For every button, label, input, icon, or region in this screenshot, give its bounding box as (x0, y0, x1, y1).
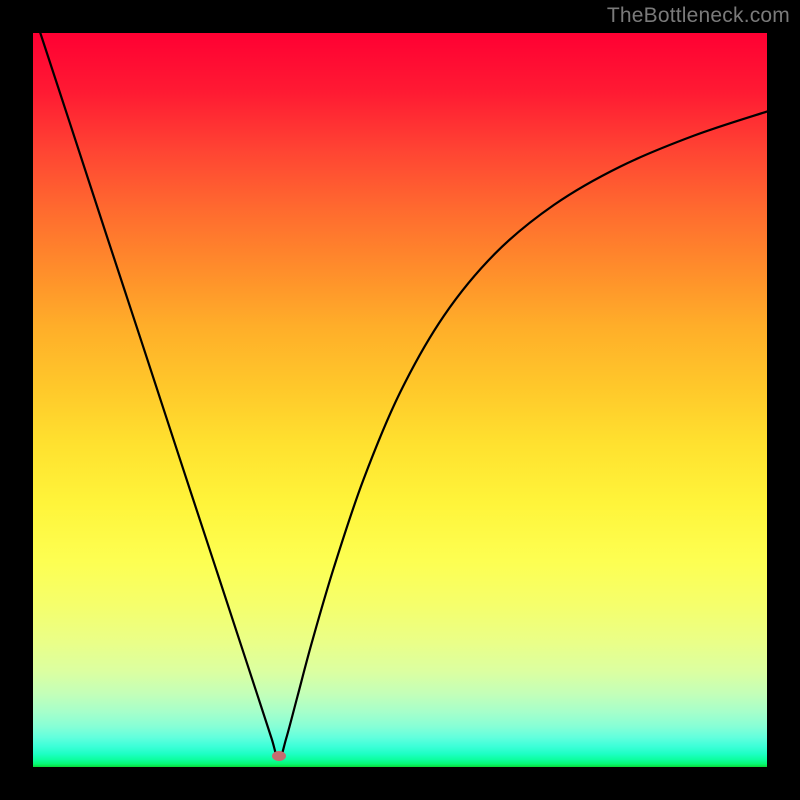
plot-area (33, 33, 767, 767)
chart-frame: TheBottleneck.com (0, 0, 800, 800)
curve-svg (33, 33, 767, 767)
watermark-text: TheBottleneck.com (607, 4, 790, 28)
minimum-marker (272, 751, 286, 761)
bottleneck-curve (40, 33, 767, 760)
